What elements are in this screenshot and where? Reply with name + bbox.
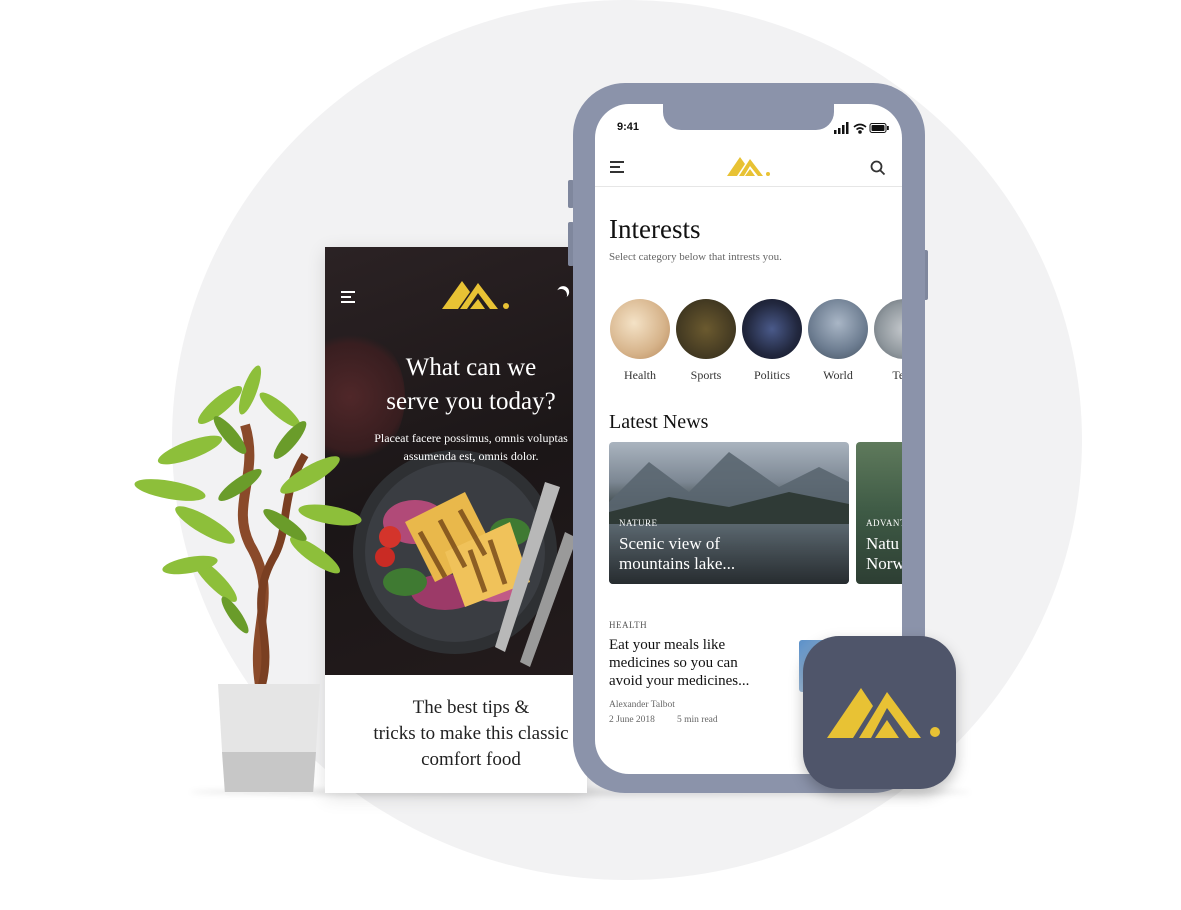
category-sports[interactable]: Sports — [675, 299, 737, 383]
article-headline[interactable]: The best tips & tricks to make this clas… — [325, 695, 587, 773]
article-author: Alexander Talbot — [609, 700, 675, 710]
news-card[interactable]: ADVANT Natu Norw — [856, 442, 902, 584]
logo-icon — [442, 281, 509, 309]
category-politics-image — [742, 299, 802, 359]
category-world[interactable]: World — [807, 299, 869, 383]
menu-icon[interactable] — [610, 161, 624, 176]
phone-notch — [663, 104, 834, 130]
category-health[interactable]: Health — [609, 299, 671, 383]
article-category: HEALTH — [609, 620, 648, 630]
latest-news-title: Latest News — [609, 411, 709, 433]
logo-icon — [827, 688, 940, 738]
signal-icon — [834, 122, 849, 134]
wifi-icon — [853, 123, 867, 134]
category-label: Tech — [892, 368, 902, 382]
card-title: Natu Norw — [866, 534, 902, 573]
status-icons — [834, 122, 889, 134]
category-health-image — [610, 299, 670, 359]
card-category: ADVANT — [866, 518, 902, 528]
card-category: NATURE — [619, 518, 658, 528]
category-tech-image — [874, 299, 902, 359]
article-title[interactable]: Eat your meals like medicines so you can… — [609, 636, 779, 690]
category-label: World — [823, 368, 853, 382]
app-icon[interactable] — [803, 636, 956, 789]
menu-icon[interactable] — [341, 291, 355, 306]
category-politics[interactable]: Politics — [741, 299, 803, 383]
search-icon[interactable] — [870, 160, 886, 176]
category-tech[interactable]: Tech — [873, 299, 902, 383]
category-sports-image — [676, 299, 736, 359]
category-world-image — [808, 299, 868, 359]
article-read-time: 5 min read — [677, 715, 718, 725]
category-label: Sports — [690, 368, 722, 382]
interests-subtitle: Select category below that intrests you. — [609, 251, 782, 263]
interests-title: Interests — [609, 214, 701, 244]
food-plate-illustration — [353, 450, 577, 667]
category-label: Health — [624, 368, 656, 382]
status-time: 9:41 — [617, 121, 640, 133]
card-title: Scenic view of mountains lake... — [619, 534, 736, 573]
plant-illustration — [134, 365, 362, 687]
battery-icon — [869, 123, 889, 133]
app-header — [595, 146, 902, 187]
plant-pot — [218, 684, 320, 792]
logo-icon[interactable] — [726, 154, 772, 178]
category-label: Politics — [753, 368, 790, 382]
category-list: Health Sports Politics World Tech — [609, 299, 902, 389]
moon-icon[interactable] — [553, 287, 568, 302]
article-date: 2 June 2018 — [609, 715, 655, 725]
news-card[interactable]: NATURE Scenic view of mountains lake... — [609, 442, 849, 584]
